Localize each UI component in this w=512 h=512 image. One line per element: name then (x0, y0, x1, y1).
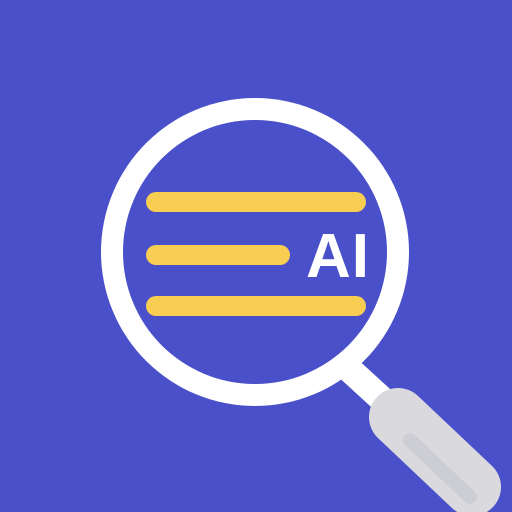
magnifying-glass-ai-icon: AI (0, 0, 512, 512)
app-icon: AI (0, 0, 512, 512)
ai-badge-text: AI (306, 222, 370, 291)
